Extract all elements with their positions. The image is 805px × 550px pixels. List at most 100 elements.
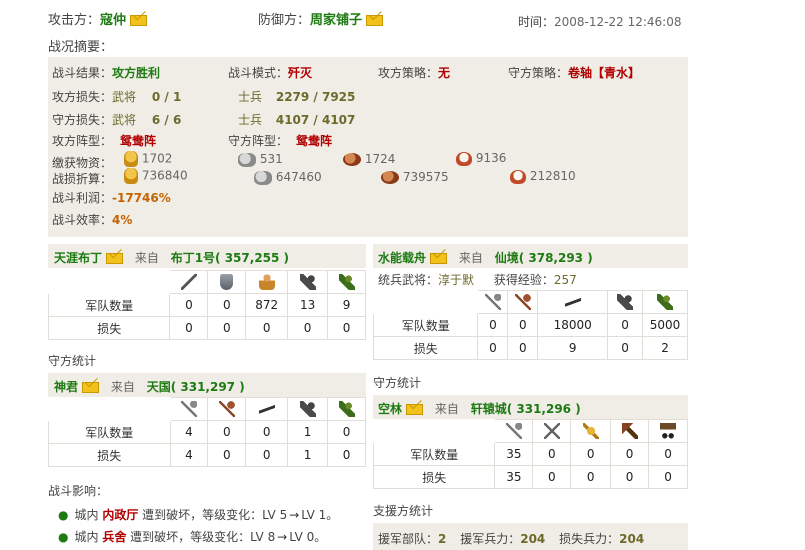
def-formation-value: 鸳鸯阵 bbox=[296, 134, 333, 148]
atk-loss-row: 攻方损失：武将 0 / 1 bbox=[52, 88, 181, 105]
atk-strategy-row: 攻方策略：无 bbox=[378, 64, 450, 81]
support-line: 援军部队：2 援军兵力：204 损失兵力：204 bbox=[378, 530, 644, 547]
loot-rice-value: 9136 bbox=[475, 151, 507, 165]
result-value: 攻方胜利 bbox=[112, 66, 161, 80]
mail-icon[interactable] bbox=[430, 253, 448, 264]
gold-weapon-icon bbox=[582, 423, 599, 439]
table-cell: 0 bbox=[477, 313, 509, 337]
player-name[interactable]: 天涯布丁 bbox=[54, 251, 102, 265]
table-cell: 0 bbox=[570, 465, 612, 489]
player-line: 天涯布丁 来自 布丁1号( 357,255 ) bbox=[54, 249, 289, 266]
city-name[interactable]: 天国 bbox=[147, 380, 171, 394]
profit-row: 战斗利润：-17746% bbox=[52, 189, 171, 206]
axe-icon bbox=[514, 294, 531, 310]
table-cell: 1 bbox=[287, 443, 329, 467]
impact-to: LV 0。 bbox=[289, 530, 327, 544]
atk-formation-row: 攻方阵型： 鸳鸯阵 bbox=[52, 132, 156, 149]
force-label: 援军兵力： bbox=[460, 532, 521, 546]
scythe-icon bbox=[484, 294, 501, 310]
table-corner bbox=[47, 270, 171, 294]
def-soldier-value: 4107 / 4107 bbox=[275, 113, 356, 127]
mail-icon[interactable] bbox=[366, 15, 384, 26]
table-header-row bbox=[372, 290, 688, 314]
unit-header bbox=[507, 290, 539, 314]
atk-strategy-value: 无 bbox=[438, 66, 451, 80]
horse-icon bbox=[621, 423, 638, 439]
city-coords[interactable]: ( 378,293 ) bbox=[519, 251, 593, 265]
city-name[interactable]: 布丁1号 bbox=[171, 251, 215, 265]
player-name[interactable]: 水能载舟 bbox=[378, 251, 426, 265]
spear-icon bbox=[180, 274, 197, 290]
axe-icon bbox=[218, 401, 235, 417]
impact-text: 遭到破坏，等级变化：LV 8 bbox=[130, 530, 276, 544]
unit-header bbox=[245, 397, 289, 421]
mail-icon[interactable] bbox=[82, 382, 100, 393]
conv-stone: 647460 bbox=[254, 170, 322, 185]
cavalry-icon bbox=[617, 294, 634, 310]
profit-label: 战斗利润： bbox=[52, 191, 113, 205]
troop-table: 军队数量 4 0 0 1 0 损失 4 0 0 1 0 bbox=[48, 397, 366, 467]
table-row: 军队数量 4 0 0 1 0 bbox=[48, 420, 366, 444]
gold-icon bbox=[124, 151, 138, 167]
efficiency-row: 战斗效率：4% bbox=[52, 211, 132, 228]
def-general-label: 武将 bbox=[112, 113, 137, 127]
table-cell: 0 bbox=[327, 420, 366, 444]
defender-name[interactable]: 周家铺子 bbox=[310, 13, 362, 28]
table-cell: 0 bbox=[610, 465, 650, 489]
table-cell: 0 bbox=[570, 442, 612, 466]
atk-general-label: 武将 bbox=[112, 90, 137, 104]
player-name[interactable]: 空林 bbox=[378, 402, 402, 416]
table-cell: 5000 bbox=[642, 313, 688, 337]
unit-header bbox=[477, 290, 509, 314]
table-cell: 0 bbox=[207, 420, 247, 444]
green-cavalry-icon bbox=[338, 274, 355, 290]
row-label: 军队数量 bbox=[48, 420, 171, 444]
unit-header bbox=[642, 290, 688, 314]
city-coords[interactable]: ( 331,296 ) bbox=[507, 402, 581, 416]
table-cell: 35 bbox=[494, 442, 534, 466]
table-cell: 0 bbox=[648, 465, 688, 489]
table-cell: 0 bbox=[610, 442, 650, 466]
table-cell: 0 bbox=[245, 443, 289, 467]
def-strategy-label: 守方策略： bbox=[508, 66, 569, 80]
impact-prefix: 城内 bbox=[74, 508, 99, 522]
city-name[interactable]: 轩辕城 bbox=[471, 402, 507, 416]
profit-value: -17746% bbox=[112, 191, 171, 205]
city-coords[interactable]: ( 331,297 ) bbox=[171, 380, 245, 394]
from-label: 来自 bbox=[458, 251, 483, 265]
unit-header bbox=[532, 419, 572, 443]
def-loss-row: 守方损失：武将 6 / 6 bbox=[52, 111, 181, 128]
mail-icon[interactable] bbox=[406, 404, 424, 415]
city-name[interactable]: 仙境 bbox=[495, 251, 519, 265]
time-label: 时间： bbox=[518, 15, 555, 29]
table-row: 损失 35 0 0 0 0 bbox=[372, 465, 688, 489]
city-coords[interactable]: ( 357,255 ) bbox=[215, 251, 289, 265]
conv-meat-value: 739575 bbox=[402, 170, 449, 184]
table-cell: 0 bbox=[532, 442, 572, 466]
troop-table: 军队数量 35 0 0 0 0 损失 35 0 0 0 0 bbox=[372, 419, 688, 489]
attacker-name[interactable]: 寇仲 bbox=[100, 13, 126, 28]
conv-meat: 739575 bbox=[381, 170, 449, 184]
mail-icon[interactable] bbox=[130, 15, 148, 26]
table-header-row bbox=[372, 419, 688, 443]
atk-formation-label: 攻方阵型： bbox=[52, 134, 113, 148]
arrow-right-icon: → bbox=[277, 530, 288, 544]
table-cell: 0 bbox=[507, 313, 539, 337]
loss-conv-label: 战损折算： bbox=[52, 172, 113, 186]
def-soldier-row: 士兵 4107 / 4107 bbox=[238, 111, 355, 128]
player-name[interactable]: 神君 bbox=[54, 380, 78, 394]
player-line: 空林 来自 轩辕城( 331,296 ) bbox=[378, 400, 581, 417]
def-soldier-label: 士兵 bbox=[238, 113, 263, 127]
cavalry-icon bbox=[299, 274, 316, 290]
table-cell: 0 bbox=[169, 316, 209, 340]
table-cell: 0 bbox=[245, 420, 289, 444]
def-formation-label: 守方阵型： bbox=[228, 134, 289, 148]
mode-row: 战斗模式：歼灭 bbox=[228, 64, 312, 81]
attacker-info: 攻击方：寇仲 bbox=[48, 9, 148, 28]
mail-icon[interactable] bbox=[106, 253, 124, 264]
loot-stone: 531 bbox=[238, 152, 283, 167]
table-cell: 0 bbox=[507, 336, 539, 360]
battle-time: 时间：2008-12-22 12:46:08 bbox=[518, 13, 681, 30]
unit-header bbox=[494, 419, 534, 443]
table-header-row bbox=[47, 270, 366, 294]
